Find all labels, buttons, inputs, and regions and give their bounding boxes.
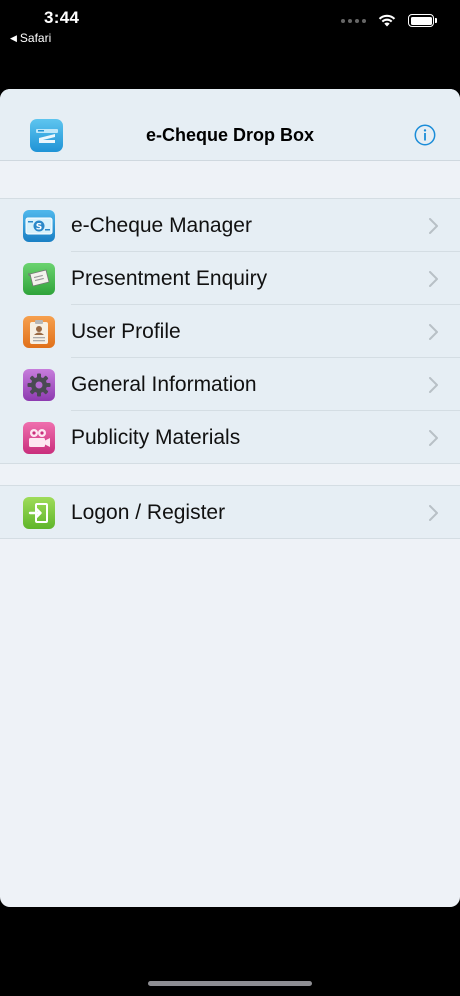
menu-item-presentment-enquiry[interactable]: Presentment Enquiry [0, 252, 460, 305]
chevron-right-icon [429, 324, 438, 340]
video-camera-icon [23, 422, 55, 454]
battery-icon [408, 14, 437, 27]
chevron-right-icon [429, 430, 438, 446]
menu-item-label: User Profile [71, 320, 181, 343]
status-indicators [341, 14, 437, 27]
back-triangle-icon: ◀ [10, 32, 17, 43]
menu-item-label: Presentment Enquiry [71, 267, 268, 290]
gear-icon [23, 369, 55, 401]
svg-text:S: S [36, 223, 42, 233]
status-time: 3:44 [44, 8, 80, 27]
page-title: e-Cheque Drop Box [145, 125, 314, 145]
section-spacer [0, 161, 460, 199]
menu-item-label: e-Cheque Manager [71, 214, 252, 237]
menu-item-label: General Information [71, 373, 257, 396]
cheque-icon: S [23, 210, 55, 242]
chevron-right-icon [429, 505, 438, 521]
login-icon [23, 497, 55, 529]
wifi-icon [378, 14, 396, 27]
chevron-right-icon [429, 218, 438, 234]
menu-item-general-information[interactable]: General Information [0, 358, 460, 411]
menu-item-publicity-materials[interactable]: Publicity Materials [0, 411, 460, 464]
back-to-app-link[interactable]: ◀ Safari [10, 31, 51, 45]
menu-item-logon-register[interactable]: Logon / Register [0, 486, 460, 539]
menu-item-label: Logon / Register [71, 501, 226, 524]
home-indicator[interactable] [148, 981, 312, 986]
clipboard-profile-icon [23, 316, 55, 348]
section-spacer [0, 464, 460, 486]
chevron-right-icon [429, 271, 438, 287]
menu-item-user-profile[interactable]: User Profile [0, 305, 460, 358]
main-sheet: e-Cheque Drop Box S e-Cheque Manager Pre… [0, 89, 460, 907]
chevron-right-icon [429, 377, 438, 393]
back-app-label: Safari [19, 31, 52, 45]
cellular-icon [341, 18, 366, 23]
menu-item-label: Publicity Materials [71, 426, 241, 449]
document-scroll-icon [23, 263, 55, 295]
info-icon[interactable] [414, 124, 436, 146]
menu-item-echeque-manager[interactable]: S e-Cheque Manager [0, 199, 460, 252]
navigation-bar: e-Cheque Drop Box [0, 89, 460, 161]
status-bar: 3:44 ◀ Safari [0, 0, 460, 52]
